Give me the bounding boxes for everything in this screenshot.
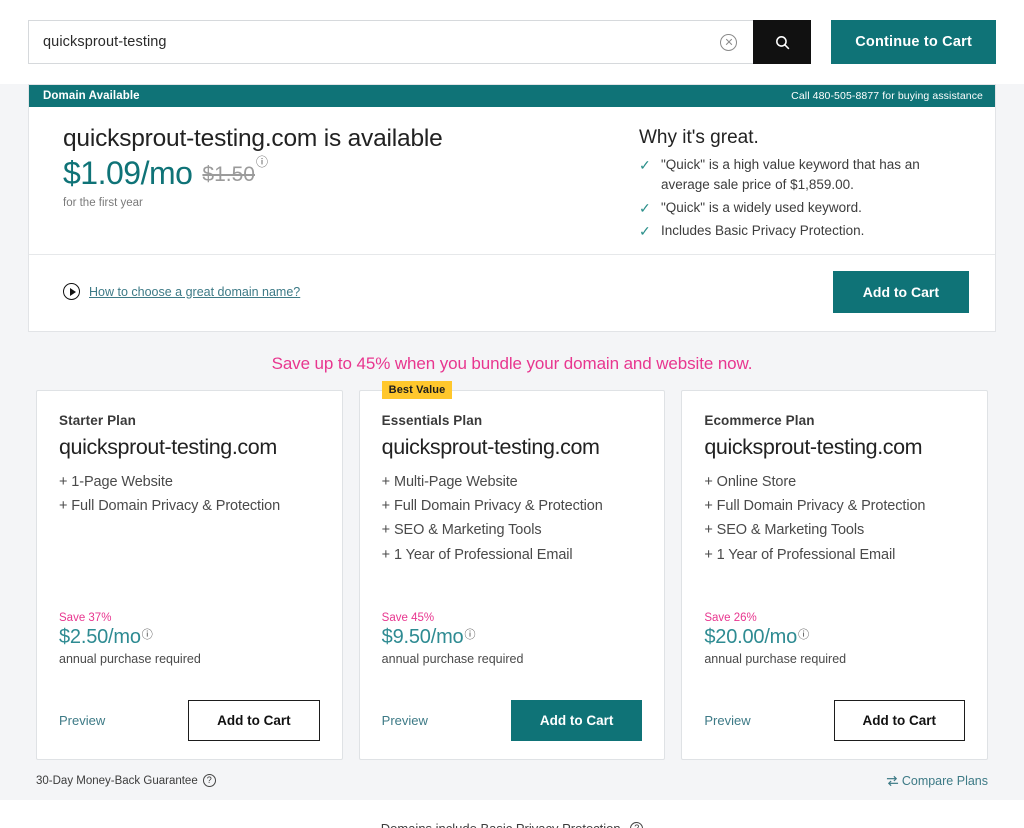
plan-feature: + 1 Year of Professional Email xyxy=(704,546,896,563)
guarantee-row: 30-Day Money-Back Guarantee ? Compare Pl… xyxy=(28,760,996,800)
list-item: ✓ Includes Basic Privacy Protection. xyxy=(639,221,969,242)
plan-save-tag: Save 26% xyxy=(704,611,757,624)
circle-x-icon[interactable] xyxy=(720,33,738,51)
check-icon: ✓ xyxy=(639,222,651,239)
plan-card-footer: Preview Add to Cart xyxy=(59,699,320,741)
plan-price: $9.50/mo xyxy=(381,625,464,648)
question-mark-icon[interactable]: ? xyxy=(202,774,216,787)
why-item-text: "Quick" is a high value keyword that has… xyxy=(661,157,920,193)
plan-domain: quicksprout-testing.com xyxy=(381,434,600,459)
bundle-savings-headline: Save up to 45% when you bundle your doma… xyxy=(271,353,753,373)
plan-card-footer: Preview Add to Cart xyxy=(704,699,966,741)
privacy-protection-strip: Domains include Basic Privacy Protection… xyxy=(0,799,1024,828)
plan-save-tag: Save 37% xyxy=(59,611,112,624)
check-icon: ✓ xyxy=(639,199,651,216)
compare-arrows-icon xyxy=(886,775,898,786)
plan-feature: + 1 Year of Professional Email xyxy=(381,546,573,563)
list-item: ✓ "Quick" is a widely used keyword. xyxy=(639,198,969,219)
plan-preview-link[interactable]: Preview xyxy=(704,713,750,728)
domain-availability-title: quicksprout-testing.com is available xyxy=(63,125,443,152)
plan-card-essentials[interactable]: Best Value Essentials Plan quicksprout-t… xyxy=(358,380,666,760)
question-mark-icon[interactable]: ⓘ xyxy=(256,153,268,170)
compare-plans-link[interactable]: Compare Plans xyxy=(886,774,988,788)
plan-price-note: annual purchase required xyxy=(59,651,201,666)
plan-price: $2.50/mo xyxy=(59,625,141,648)
domain-card-body: quicksprout-testing.com is available $1.… xyxy=(29,107,995,254)
privacy-protection-label: Domains include Basic Privacy Protection… xyxy=(381,821,625,828)
plan-price-note: annual purchase required xyxy=(704,651,847,666)
plan-feature: + Full Domain Privacy & Protection xyxy=(59,497,281,514)
domain-available-card: Domain Available Call 480-505-8877 for b… xyxy=(28,84,996,332)
plan-domain: quicksprout-testing.com xyxy=(704,434,923,459)
money-back-guarantee: 30-Day Money-Back Guarantee ? xyxy=(36,774,216,787)
search-input[interactable] xyxy=(43,34,721,50)
plan-price-row: $20.00/moⓘ xyxy=(704,626,965,649)
plan-domain: quicksprout-testing.com xyxy=(59,434,277,459)
domain-current-price: $1.09/mo xyxy=(63,155,193,191)
plan-feature: + SEO & Marketing Tools xyxy=(704,522,865,539)
domain-add-to-cart-button[interactable]: Add to Cart xyxy=(832,270,969,313)
plan-preview-link[interactable]: Preview xyxy=(59,713,105,728)
search-field-wrapper xyxy=(28,20,754,64)
question-mark-icon[interactable]: ⓘ xyxy=(464,629,475,641)
plan-feature: + Multi-Page Website xyxy=(381,473,518,490)
plan-feature: + Online Store xyxy=(704,473,797,490)
plan-cards-container: Starter Plan quicksprout-testing.com + 1… xyxy=(28,380,996,760)
money-back-guarantee-label: 30-Day Money-Back Guarantee xyxy=(36,774,198,787)
question-mark-icon[interactable]: ⓘ xyxy=(798,629,809,641)
plan-price-row: $2.50/moⓘ xyxy=(59,626,320,649)
why-item-text: "Quick" is a widely used keyword. xyxy=(661,199,862,215)
domain-price-section: quicksprout-testing.com is available $1.… xyxy=(63,125,639,244)
how-to-choose-domain-label: How to choose a great domain name? xyxy=(89,284,301,299)
domain-original-price: $1.50 xyxy=(202,163,255,187)
why-its-great-section: Why it's great. ✓ "Quick" is a high valu… xyxy=(639,125,969,244)
plan-preview-link[interactable]: Preview xyxy=(382,713,428,728)
domain-card-header: Domain Available Call 480-505-8877 for b… xyxy=(29,85,995,107)
domain-card-footer: How to choose a great domain name? Add t… xyxy=(29,253,995,331)
plan-name: Starter Plan xyxy=(59,412,136,428)
domain-price-term: for the first year xyxy=(63,196,143,209)
why-its-great-title: Why it's great. xyxy=(639,127,759,148)
search-button[interactable] xyxy=(753,20,812,64)
domain-status-badge: Domain Available xyxy=(43,90,140,102)
search-icon xyxy=(775,35,790,49)
domain-price-row: $1.09/mo $1.50 ⓘ xyxy=(63,155,619,192)
plan-name: Essentials Plan xyxy=(381,412,483,428)
plan-feature: + Full Domain Privacy & Protection xyxy=(704,497,926,514)
plan-price: $20.00/mo xyxy=(704,625,798,648)
continue-to-cart-button[interactable]: Continue to Cart xyxy=(831,20,996,64)
plan-card-ecommerce[interactable]: Ecommerce Plan quicksprout-testing.com +… xyxy=(681,389,989,760)
plan-add-to-cart-button[interactable]: Add to Cart xyxy=(510,699,643,741)
buying-assistance-phone: Call 480-505-8877 for buying assistance xyxy=(791,90,983,102)
question-mark-icon[interactable]: ? xyxy=(630,822,644,828)
top-search-bar: Continue to Cart xyxy=(0,0,1024,84)
how-to-choose-domain-link[interactable]: How to choose a great domain name? xyxy=(63,283,300,300)
plan-feature: + SEO & Marketing Tools xyxy=(381,522,542,539)
plan-price-row: $9.50/moⓘ xyxy=(382,626,643,649)
plan-name: Ecommerce Plan xyxy=(704,412,815,428)
why-item-text: Includes Basic Privacy Protection. xyxy=(661,222,865,238)
plan-price-note: annual purchase required xyxy=(381,651,524,666)
plan-feature: + Full Domain Privacy & Protection xyxy=(381,497,603,514)
plan-add-to-cart-button[interactable]: Add to Cart xyxy=(833,699,966,741)
plan-card-starter[interactable]: Starter Plan quicksprout-testing.com + 1… xyxy=(36,389,343,760)
search-bar xyxy=(28,20,812,64)
plan-feature: + 1-Page Website xyxy=(59,473,173,490)
compare-plans-label: Compare Plans xyxy=(901,773,988,788)
best-value-badge: Best Value xyxy=(381,380,453,399)
check-icon: ✓ xyxy=(639,157,651,173)
plan-add-to-cart-button[interactable]: Add to Cart xyxy=(188,699,320,741)
question-mark-icon[interactable]: ⓘ xyxy=(142,629,153,641)
list-item: ✓ "Quick" is a high value keyword that h… xyxy=(639,155,969,196)
plan-save-tag: Save 45% xyxy=(381,611,435,624)
why-its-great-list: ✓ "Quick" is a high value keyword that h… xyxy=(639,155,969,242)
play-circle-icon xyxy=(63,283,80,300)
plan-card-footer: Preview Add to Cart xyxy=(382,699,643,741)
page-content: Domain Available Call 480-505-8877 for b… xyxy=(0,84,1024,800)
